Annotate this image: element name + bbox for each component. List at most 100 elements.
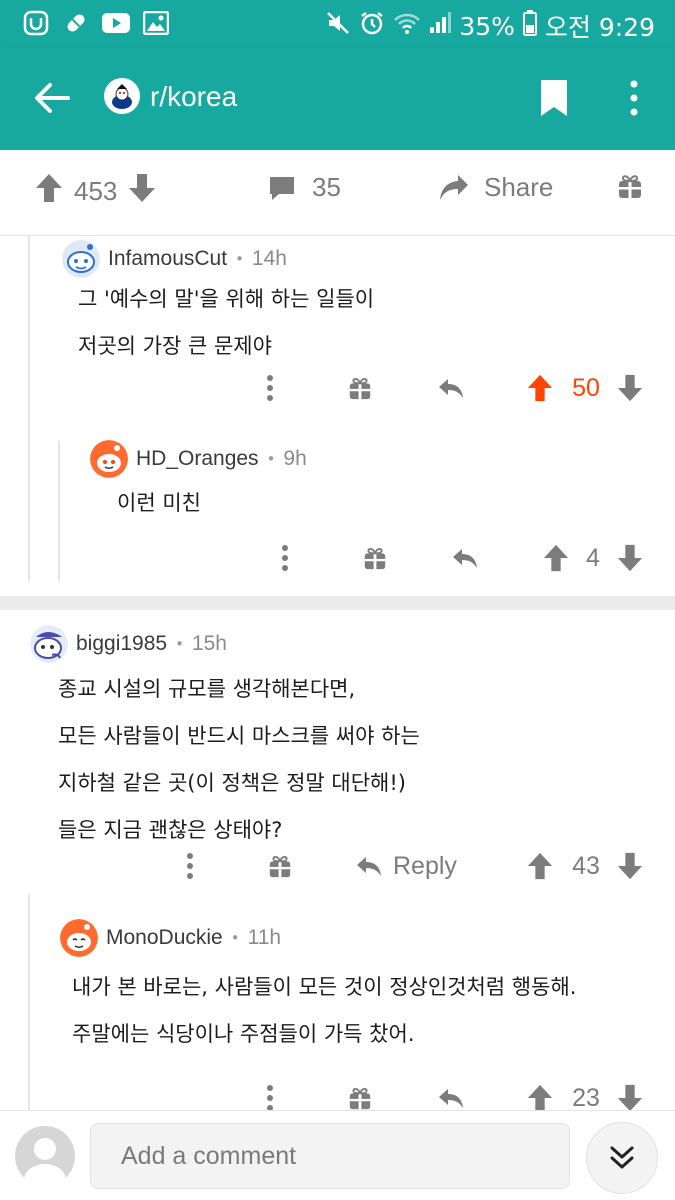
person-icon bbox=[24, 1138, 66, 1186]
downvote-button[interactable] bbox=[614, 538, 646, 578]
upvote-arrow-icon bbox=[527, 852, 553, 880]
comment-username[interactable]: HD_Oranges bbox=[136, 447, 259, 471]
comment-time: 15h bbox=[191, 632, 227, 655]
comment-line: 종교 시설의 규모를 생각해본다면, bbox=[58, 677, 356, 701]
downvote-button[interactable] bbox=[614, 1078, 646, 1110]
reply-arrow-icon bbox=[439, 1089, 463, 1108]
u-plus-icon bbox=[22, 10, 50, 36]
comment-time: 9h bbox=[283, 447, 307, 470]
comment-actions: 50 bbox=[0, 368, 675, 408]
share-label: Share bbox=[484, 172, 554, 202]
thread-divider bbox=[0, 596, 675, 610]
award-button[interactable] bbox=[616, 172, 644, 200]
vote-count: 50 bbox=[572, 373, 600, 402]
battery-icon bbox=[522, 10, 537, 42]
comment-bubble-icon bbox=[270, 176, 294, 200]
comment-header: MonoDuckie • 11h bbox=[60, 919, 281, 957]
upvote-button[interactable] bbox=[524, 1078, 556, 1110]
reply-button[interactable] bbox=[436, 1078, 466, 1110]
award-button[interactable] bbox=[345, 368, 375, 408]
double-chevron-down-icon bbox=[610, 1146, 634, 1169]
more-options-button[interactable] bbox=[622, 78, 646, 118]
vote-count: 43 bbox=[572, 851, 600, 880]
downvote-arrow-icon bbox=[617, 1084, 643, 1110]
image-icon bbox=[142, 10, 170, 36]
more-options-button[interactable] bbox=[255, 1078, 285, 1110]
upvote-button[interactable] bbox=[34, 172, 64, 211]
wifi-icon bbox=[393, 11, 421, 41]
back-button[interactable] bbox=[32, 78, 72, 118]
more-vertical-icon bbox=[630, 80, 638, 116]
thread-line[interactable] bbox=[28, 236, 30, 581]
downvote-button[interactable] bbox=[614, 846, 646, 886]
subreddit-avatar[interactable] bbox=[104, 78, 140, 114]
reply-label: Reply bbox=[393, 851, 457, 880]
clock: 오전 9:29 bbox=[544, 13, 655, 42]
user-avatar[interactable] bbox=[90, 440, 128, 478]
reply-arrow-icon bbox=[453, 549, 477, 568]
reply-button[interactable] bbox=[450, 538, 480, 578]
award-button[interactable] bbox=[265, 846, 295, 886]
comment-score: 50 bbox=[566, 368, 606, 408]
award-button[interactable] bbox=[360, 538, 390, 578]
reply-button[interactable]: Reply bbox=[355, 846, 470, 886]
upvote-button[interactable] bbox=[524, 846, 556, 886]
vote-count: 23 bbox=[572, 1083, 600, 1111]
comment-actions: 4 bbox=[0, 538, 675, 578]
comment-username[interactable]: InfamousCut bbox=[108, 247, 227, 271]
comment-count: 35 bbox=[312, 172, 341, 202]
subreddit-name[interactable]: r/korea bbox=[150, 81, 237, 113]
upvote-button[interactable] bbox=[524, 368, 556, 408]
app-bar: r/korea bbox=[0, 48, 675, 150]
reply-arrow-icon bbox=[357, 857, 381, 876]
more-options-button[interactable] bbox=[270, 538, 300, 578]
gift-icon bbox=[269, 856, 291, 878]
more-options-button[interactable] bbox=[255, 368, 285, 408]
comment-score: 23 bbox=[566, 1078, 606, 1111]
comments-button[interactable]: 35 bbox=[268, 172, 341, 203]
comment-time: 11h bbox=[247, 926, 282, 949]
comment-header: InfamousCut • 14h bbox=[62, 240, 287, 278]
downvote-button[interactable] bbox=[127, 172, 157, 211]
next-comment-button[interactable] bbox=[586, 1122, 658, 1194]
upvote-arrow-icon bbox=[543, 544, 569, 572]
more-options-button[interactable] bbox=[175, 846, 205, 886]
comment-line: 지하철 같은 곳(이 정책은 정말 대단해!) bbox=[58, 771, 406, 795]
post-action-bar: 453 35 Share bbox=[0, 150, 675, 236]
add-comment-input[interactable]: Add a comment bbox=[90, 1123, 570, 1189]
reply-arrow-icon bbox=[439, 379, 463, 398]
post-vote-group: 453 bbox=[34, 172, 157, 211]
user-avatar[interactable] bbox=[60, 919, 98, 957]
comment-body: 내가 본 바로는, 사람들이 모든 것이 정상인것처럼 행동해. 주말에는 식당… bbox=[72, 964, 576, 1058]
more-vertical-icon bbox=[267, 1085, 273, 1110]
upvote-arrow-icon bbox=[527, 374, 553, 402]
share-button[interactable]: Share bbox=[438, 172, 553, 203]
comment-composer-bar: Add a comment bbox=[0, 1110, 675, 1200]
bookmark-icon bbox=[541, 80, 567, 116]
comment-body: 이런 미친 bbox=[117, 480, 201, 527]
comment-username[interactable]: biggi1985 bbox=[76, 632, 167, 656]
reply-button[interactable] bbox=[436, 368, 466, 408]
comment-score: 43 bbox=[566, 846, 606, 886]
comment-line: 그 '예수의 말'을 위해 하는 일들이 bbox=[78, 287, 375, 311]
comment-list: InfamousCut • 14h 그 '예수의 말'을 위해 하는 일들이 저… bbox=[0, 236, 675, 1110]
downvote-button[interactable] bbox=[614, 368, 646, 408]
user-avatar[interactable] bbox=[30, 625, 68, 663]
gift-icon bbox=[349, 378, 371, 400]
upvote-button[interactable] bbox=[540, 538, 572, 578]
comment-line: 저곳의 가장 큰 문제야 bbox=[78, 334, 272, 358]
comment-placeholder: Add a comment bbox=[121, 1141, 297, 1170]
bookmark-button[interactable] bbox=[538, 78, 570, 118]
gift-icon bbox=[619, 175, 641, 198]
comment-line: 주말에는 식당이나 주점들이 가득 찼어. bbox=[72, 1022, 415, 1046]
more-vertical-icon bbox=[187, 853, 193, 879]
user-avatar[interactable] bbox=[62, 240, 100, 278]
comment-line: 모든 사람들이 반드시 마스크를 써야 하는 bbox=[58, 724, 420, 748]
comment-header: biggi1985 • 15h bbox=[30, 625, 227, 663]
comment-username[interactable]: MonoDuckie bbox=[106, 926, 223, 950]
upvote-arrow-icon bbox=[36, 174, 62, 202]
comment-line: 이런 미친 bbox=[117, 491, 201, 515]
award-button[interactable] bbox=[345, 1078, 375, 1110]
current-user-avatar[interactable] bbox=[15, 1126, 75, 1186]
more-vertical-icon bbox=[267, 375, 273, 401]
